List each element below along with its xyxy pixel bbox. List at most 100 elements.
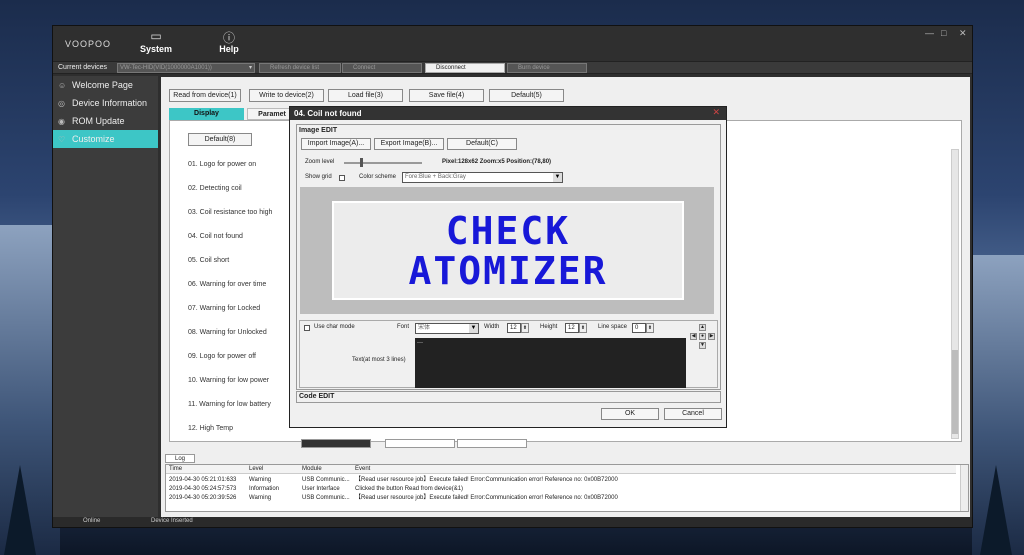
preview-line-2: ATOMIZER [408,249,608,293]
image-preview[interactable]: CHECK ATOMIZER [300,187,714,314]
maximize-button[interactable]: □ [941,28,946,38]
load-file-button[interactable]: Load file(3) [328,89,403,102]
chevron-down-icon: ▼ [553,173,562,182]
monitor-icon: ▭ [150,29,162,43]
arrow-right-icon[interactable]: ▶ [708,333,715,340]
nav-help[interactable]: ⓘ Help [209,29,249,54]
default-button[interactable]: Default(5) [489,89,564,102]
cancel-button[interactable]: Cancel [664,408,722,420]
device-select[interactable]: VW-Tec-HID(VID(1000000A1001)) ▾ [117,63,255,73]
table-row[interactable]: 2019-04-30 05:24:57:573 Information User… [166,485,956,494]
import-image-button[interactable]: Import Image(A)... [301,138,371,150]
dialog-close-icon[interactable]: ✕ [712,107,720,118]
stepper-arrows-icon[interactable]: ⬍ [646,323,654,333]
image-default-button[interactable]: Default(C) [447,138,517,150]
nav-system[interactable]: ▭ System [136,29,176,54]
zoom-slider-handle[interactable] [360,158,363,167]
list-item[interactable]: 08. Warning for Unlocked [188,329,267,336]
image-edit-label: Image EDIT [299,127,338,134]
list-item[interactable]: 04. Coil not found [188,233,243,240]
code-edit-section[interactable]: Code EDIT [296,391,721,403]
stepper-arrows-icon[interactable]: ⬍ [579,323,587,333]
help-icon: ⓘ [222,31,235,45]
scrollbar-thumb[interactable] [952,350,958,434]
width-stepper[interactable]: 12 ⬍ [507,323,529,333]
preview-line-1: CHECK [445,209,571,253]
sidebar-item-welcome[interactable]: ☺ Welcome Page [53,76,158,94]
coil-not-found-dialog: 04. Coil not found ✕ Image EDIT Import I… [289,106,727,428]
show-grid-label: Show grid [305,174,332,180]
sidebar-item-customize[interactable]: ♡ Customize [53,130,158,148]
disconnect-button[interactable]: Disconnect [425,63,505,73]
list-item[interactable]: 10. Warning for low power [188,377,269,384]
preview-canvas[interactable]: CHECK ATOMIZER [332,201,684,300]
list-item[interactable]: 06. Warning for over time [188,281,266,288]
list-item[interactable]: 05. Coil short [188,257,229,264]
ok-button[interactable]: OK [601,408,659,420]
list-item[interactable]: 03. Coil resistance too high [188,209,272,216]
panel-scrollbar[interactable] [951,149,959,439]
dialog-title: 04. Coil not found [290,107,726,120]
background-tree [4,465,36,555]
read-from-device-button[interactable]: Read from device(1) [169,89,241,102]
center-icon[interactable]: ● [699,333,706,340]
smile-icon: ☺ [58,81,67,90]
line-space-stepper[interactable]: 0 ⬍ [632,323,654,333]
device-bar: Current devices VW-Tec-HID(VID(1000000A1… [53,61,972,74]
log-area: Log Time Level Module Event 2019-04-30 0… [165,454,970,514]
font-label: Font [397,324,410,330]
panel-item-control [385,439,455,448]
update-icon: ◉ [58,117,65,126]
tab-log[interactable]: Log [165,454,195,463]
close-button[interactable]: ✕ [959,28,967,39]
chevron-down-icon: ▾ [248,65,252,71]
zoom-level-label: Zoom level [305,159,335,165]
log-col-event: Event [355,466,371,472]
show-grid-checkbox[interactable] [339,175,345,181]
sidebar-item-rom-update[interactable]: ◉ ROM Update [53,112,158,130]
pixel-info: Pixel:128x62 Zoom:x5 Position:(78,80) [442,159,552,165]
log-header: Time Level Module Event [166,465,956,474]
stepper-arrows-icon[interactable]: ⬍ [521,323,529,333]
table-row[interactable]: 2019-04-30 05:20:39:526 Warning USB Comm… [166,494,956,503]
current-devices-label: Current devices [58,64,108,71]
list-item[interactable]: 07. Warning for Locked [188,305,260,312]
write-to-device-button[interactable]: Write to device(2) [249,89,324,102]
log-scrollbar[interactable] [960,465,968,511]
export-image-button[interactable]: Export Image(B)... [374,138,444,150]
height-stepper[interactable]: 12 ⬍ [565,323,587,333]
burn-device-button[interactable]: Burn device [507,63,587,73]
list-item[interactable]: 02. Detecting coil [188,185,242,192]
arrow-up-icon[interactable]: ▲ [699,324,706,331]
status-online: Online [83,518,101,524]
color-scheme-label: Color scheme [359,174,397,180]
code-edit-label: Code EDIT [299,393,335,400]
arrow-down-icon[interactable]: ▼ [699,342,706,349]
panel-default-button[interactable]: Default(8) [188,133,252,146]
tab-display[interactable]: Display [169,108,244,120]
table-row[interactable]: 2019-04-30 05:21:01:633 Warning USB Comm… [166,476,956,485]
list-item[interactable]: 01. Logo for power on [188,161,256,168]
list-item[interactable]: 12. High Temp [188,425,233,432]
heart-icon: ♡ [58,135,66,144]
sidebar-item-device-information[interactable]: ◎ Device Information [53,94,158,112]
list-item[interactable]: 09. Logo for power off [188,353,256,360]
width-label: Width [484,324,500,330]
color-scheme-select[interactable]: Fore:Blue + Back:Gray ▼ [402,172,563,183]
save-file-button[interactable]: Save file(4) [409,89,484,102]
font-select[interactable]: 宋体 ▼ [415,323,479,334]
line-space-label: Line space [598,324,628,330]
text-input-label: Text(at most 3 lines) [352,357,406,363]
list-item[interactable]: 11. Warning for low battery [188,401,271,408]
minimize-button[interactable]: — [925,28,934,38]
arrow-left-icon[interactable]: ◀ [690,333,697,340]
refresh-device-list-button[interactable]: Refresh device list [259,63,341,73]
zoom-slider[interactable] [344,158,422,167]
text-input[interactable]: --- [415,338,686,388]
height-label: Height [540,324,558,330]
top-bar: VOOPOO ▭ System ⓘ Help — □ ✕ [53,26,972,61]
connect-button[interactable]: Connect [342,63,422,73]
use-char-mode-checkbox[interactable] [304,325,310,331]
log-col-module: Module [302,466,322,472]
app-logo: VOOPOO [65,39,112,49]
